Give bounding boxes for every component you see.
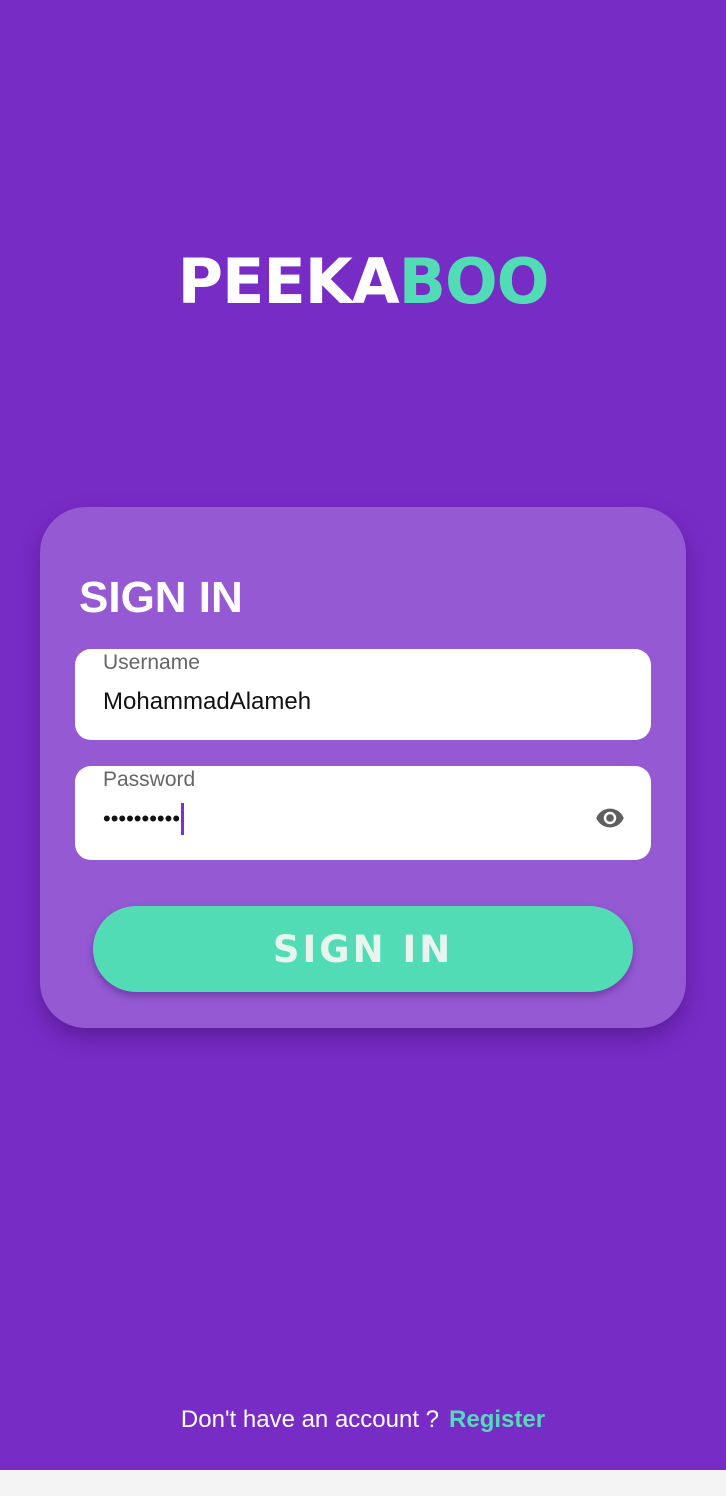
password-masked-value: •••••••••• <box>103 806 181 831</box>
card-title: SIGN IN <box>79 573 243 622</box>
register-link[interactable]: Register <box>449 1406 545 1433</box>
logo-text-boo: BOO <box>398 245 550 318</box>
username-label: Username <box>103 651 200 674</box>
app-logo: PEEKABOO <box>0 247 726 317</box>
password-field[interactable]: Password •••••••••• <box>75 766 651 860</box>
username-input[interactable]: MohammadAlameh <box>103 688 311 716</box>
eye-icon[interactable] <box>589 803 631 833</box>
register-prompt: Don't have an account ? Register <box>0 1403 726 1437</box>
logo-text-peeka: PEEKA <box>177 245 400 318</box>
password-input[interactable]: •••••••••• <box>103 803 185 835</box>
login-screen: PEEKABOO SIGN IN Username MohammadAlameh… <box>0 0 726 1470</box>
no-account-text: Don't have an account ? <box>180 1406 440 1433</box>
password-label: Password <box>103 768 196 791</box>
sign-in-card: SIGN IN Username MohammadAlameh Password… <box>40 507 686 1028</box>
sign-in-button[interactable]: SIGN IN <box>93 906 633 992</box>
username-field[interactable]: Username MohammadAlameh <box>75 649 651 740</box>
system-nav-bar <box>0 1470 726 1496</box>
text-caret <box>181 803 185 835</box>
